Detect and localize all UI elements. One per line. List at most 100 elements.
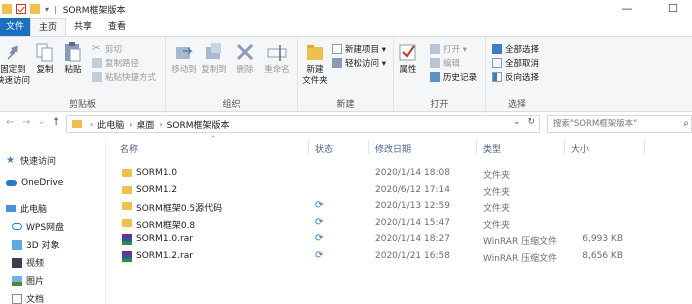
file-type: 文件夹 [483, 171, 511, 181]
folder-icon [72, 120, 82, 128]
column-divider[interactable] [476, 140, 477, 154]
file-row[interactable]: SORM框架0.8 ⟳ 2020/1/14 15:47 文件夹 [112, 216, 692, 232]
pictures-icon [12, 275, 22, 286]
minimize-button[interactable]: — [604, 0, 650, 18]
folder-icon [122, 202, 132, 210]
select-none-button[interactable]: 全部取消 [492, 57, 539, 69]
delete-button[interactable]: 删除 [234, 41, 256, 76]
new-folder-button[interactable]: 新建 文件夹 [300, 41, 330, 87]
open-group-label: 打开 [430, 100, 449, 110]
nav-item-3d-objects[interactable]: 3D 对象 [12, 238, 60, 251]
open-button[interactable]: 打开 ▾ [430, 43, 467, 55]
video-icon [12, 257, 22, 268]
breadcrumb-current-folder[interactable]: SORM框架版本 [167, 118, 230, 131]
new-folder-icon[interactable] [30, 4, 40, 14]
column-divider[interactable] [564, 140, 565, 154]
folder-icon [2, 4, 12, 14]
file-row[interactable]: SORM1.2.rar ⟳ 2020/1/21 16:58 WinRAR 压缩文件 8,… [112, 249, 692, 265]
recent-locations-button[interactable]: ⌄ [38, 117, 45, 126]
select-all-button[interactable]: 全部选择 [492, 43, 539, 55]
properties-check-icon[interactable] [16, 4, 26, 14]
organize-group-label: 组织 [222, 100, 241, 110]
breadcrumb-this-pc[interactable]: 此电脑 [97, 118, 124, 131]
pin-quick-access-button[interactable]: 固定到 快速访问 [0, 41, 30, 87]
nav-item-quick-access[interactable]: ★ 快速访问 [6, 154, 56, 167]
file-type: 文件夹 [483, 220, 511, 231]
breadcrumb-desktop[interactable]: 桌面 [136, 118, 154, 131]
column-header-size[interactable]: 大小 [571, 142, 589, 155]
back-button[interactable]: ← [6, 117, 14, 128]
edit-button[interactable]: 编辑 [430, 57, 460, 69]
column-divider[interactable] [308, 140, 309, 154]
select-all-icon [492, 44, 502, 54]
file-modified-date: 2020/1/14 15:47 [375, 217, 450, 228]
file-row[interactable]: SORM框架0.5源代码 ⟳ 2020/1/13 12:59 文件夹 [112, 199, 692, 215]
refresh-button[interactable]: ↻ [527, 117, 535, 127]
window-title: SORM框架版本 [62, 5, 126, 16]
nav-item-videos[interactable]: 视频 [12, 256, 44, 269]
search-input[interactable] [553, 119, 681, 129]
up-button[interactable]: ↑ [52, 117, 60, 128]
column-header-status[interactable]: 状态 [315, 142, 333, 155]
tab-view[interactable]: 查看 [100, 18, 134, 36]
tab-share[interactable]: 共享 [66, 18, 100, 36]
new-item-icon [332, 44, 342, 54]
nav-item-wps-drive[interactable]: WPS网盘 [12, 220, 64, 233]
tab-file[interactable]: 文件 [0, 18, 31, 36]
sync-status-icon: ⟳ [315, 216, 324, 228]
folder-icon [122, 169, 132, 177]
file-row[interactable]: SORM1.0.rar ⟳ 2020/1/14 18:27 WinRAR 压缩文件 6,… [112, 232, 692, 248]
clipboard-group-label: 剪贴板 [68, 100, 96, 110]
file-modified-date: 2020/1/13 12:59 [375, 201, 450, 211]
paste-button[interactable]: 粘贴 [62, 41, 84, 76]
copy-icon [34, 41, 56, 63]
file-name: SORM框架0.8 [136, 220, 196, 231]
paste-shortcut-icon [92, 72, 102, 82]
nav-item-documents[interactable]: 文档 [12, 292, 44, 304]
tab-home[interactable]: 主页 [30, 18, 67, 36]
column-header-date[interactable]: 修改日期 [375, 142, 411, 155]
address-bar-row: ← → ⌄ ↑ › 此电脑 › 桌面 › SORM框架版本 ⌄ ↻ ⌕ [0, 113, 692, 135]
cut-button[interactable]: ✂ 剪切 [92, 43, 122, 56]
search-box[interactable]: ⌕ [547, 115, 692, 133]
new-folder-icon [304, 41, 326, 63]
new-item-button[interactable]: 新建项目 ▾ [332, 43, 386, 55]
forward-button[interactable]: → [22, 117, 30, 128]
invert-selection-button[interactable]: 反向选择 [492, 71, 539, 83]
file-name: SORM1.2 [136, 184, 178, 195]
search-icon[interactable]: ⌕ [683, 118, 689, 129]
history-icon [430, 72, 440, 82]
easy-access-button[interactable]: 轻松访问 ▾ [332, 57, 386, 69]
file-name: SORM1.0.rar [136, 234, 193, 244]
quick-access-dropdown-icon[interactable]: ▾ [45, 5, 49, 14]
address-field[interactable]: › 此电脑 › 桌面 › SORM框架版本 ⌄ ↻ [66, 115, 540, 133]
file-row[interactable]: SORM1.0 2020/1/14 18:08 文件夹 [112, 166, 692, 182]
nav-item-pictures[interactable]: 图片 [12, 274, 44, 287]
new-group-label: 新建 [336, 100, 355, 110]
address-dropdown-button[interactable]: ⌄ [513, 117, 521, 127]
organize-group: 移动到 复制到 删除 重命名 组织 [166, 37, 298, 113]
maximize-button[interactable]: ☐ [650, 0, 692, 18]
move-to-button[interactable]: 移动到 [170, 41, 198, 76]
column-divider[interactable] [368, 140, 369, 154]
column-header-name[interactable]: 名称 [120, 142, 138, 155]
breadcrumb-separator: › [90, 119, 94, 129]
address-controls: ⌄ ↻ [513, 117, 535, 127]
open-group: 属性 打开 ▾ 编辑 历史记录 打开 [394, 37, 486, 113]
copy-to-button[interactable]: 复制到 [200, 41, 228, 76]
select-group-label: 选择 [507, 100, 526, 110]
column-divider[interactable] [644, 140, 645, 154]
copy-to-icon [203, 41, 225, 63]
properties-button[interactable]: 属性 [396, 41, 420, 76]
move-to-icon [173, 41, 195, 63]
column-header-type[interactable]: 类型 [483, 142, 501, 155]
nav-item-this-pc[interactable]: 此电脑 [6, 202, 47, 215]
paste-shortcut-button[interactable]: 粘贴快捷方式 [92, 71, 156, 83]
copy-path-button[interactable]: 复制路径 [92, 57, 139, 69]
copy-button[interactable]: 复制 [34, 41, 56, 76]
file-row[interactable]: SORM1.2 2020/6/12 17:14 文件夹 [112, 183, 692, 199]
history-button[interactable]: 历史记录 [430, 71, 477, 83]
nav-item-onedrive[interactable]: OneDrive [6, 178, 63, 188]
computer-icon [6, 205, 16, 212]
rename-button[interactable]: 重命名 [262, 41, 292, 76]
